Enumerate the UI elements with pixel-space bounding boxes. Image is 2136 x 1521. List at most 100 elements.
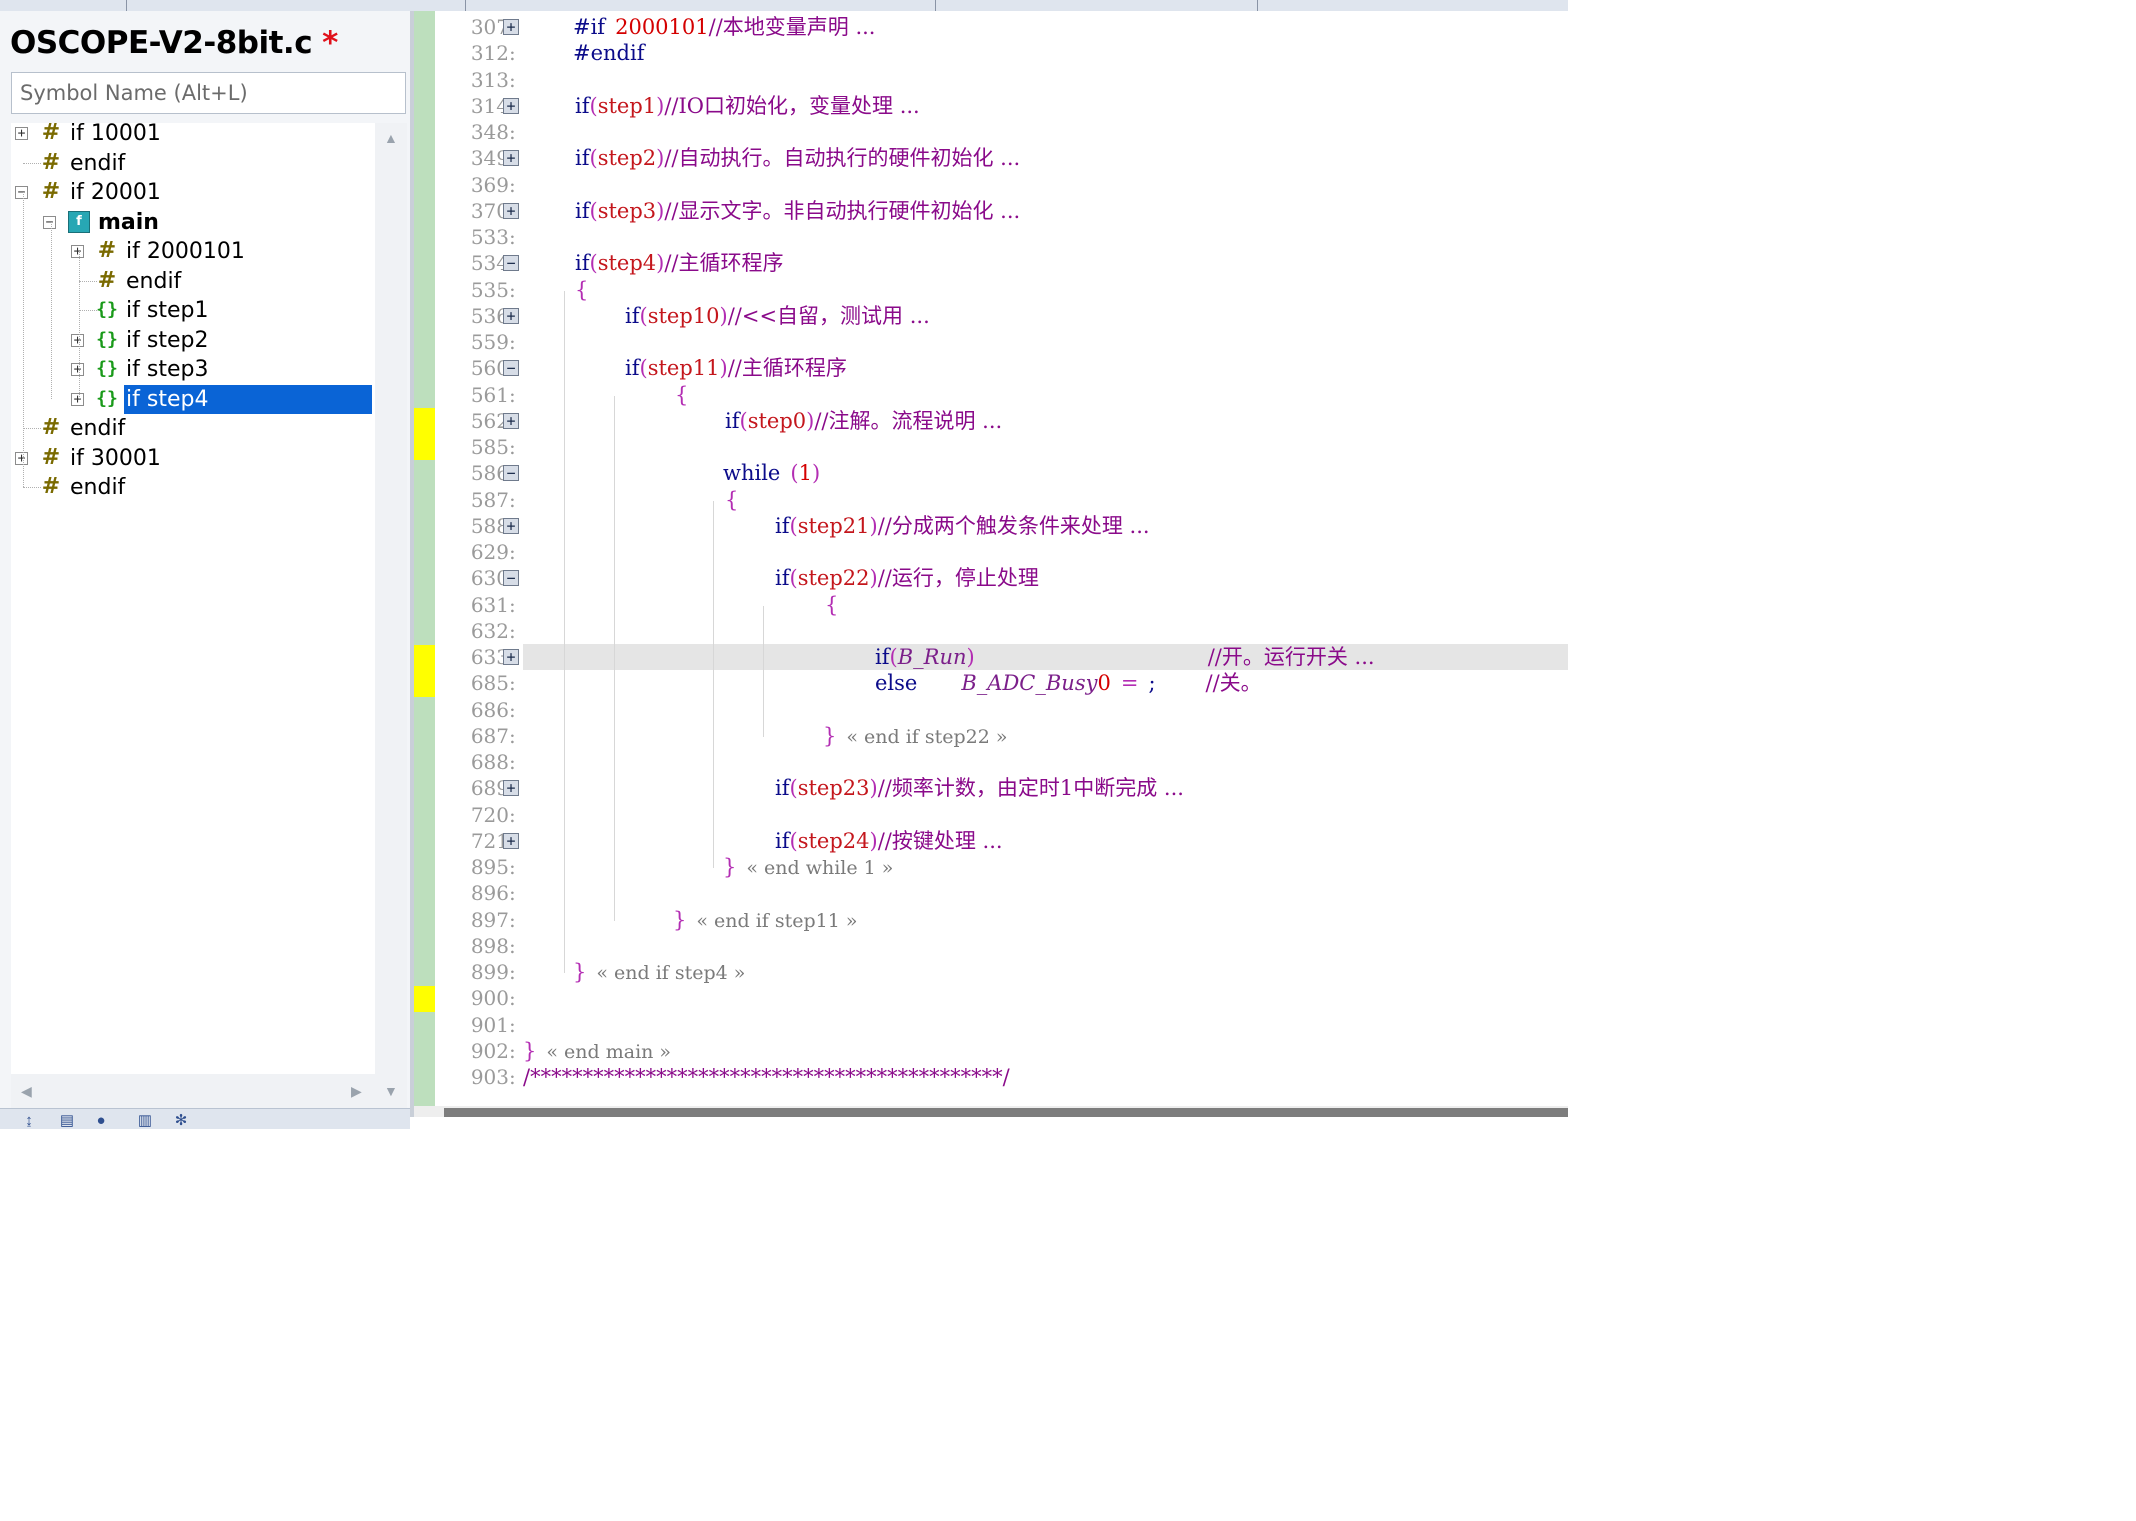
code-line[interactable]: if(step10)//<<自留，测试用 ... xyxy=(625,303,930,329)
code-line[interactable]: { xyxy=(725,487,738,513)
preprocessor-icon: # xyxy=(41,474,61,499)
tree-expander-icon[interactable]: − xyxy=(43,215,56,229)
code-token-semi: ; xyxy=(1148,671,1156,696)
code-line[interactable]: if(B_Run) //开。运行开关 ... xyxy=(875,644,1375,670)
code-token-cp: ) xyxy=(719,303,728,328)
code-line[interactable]: } « end if step11 » xyxy=(673,907,858,934)
tree-node-label: if 30001 xyxy=(70,445,161,471)
tree-expander-icon[interactable]: − xyxy=(15,186,28,199)
scroll-left-arrow-icon[interactable]: ◀ xyxy=(21,1084,32,1098)
fold-expand-icon[interactable]: + xyxy=(503,150,519,167)
code-line[interactable]: { xyxy=(675,382,688,408)
tree-vertical-scrollbar[interactable]: ▲ xyxy=(375,123,407,1074)
bookmark-marker xyxy=(414,645,435,697)
code-token-op: ( xyxy=(739,408,748,433)
code-token-var: B_Run xyxy=(897,645,967,669)
tree-expander-icon[interactable]: + xyxy=(15,451,28,465)
fold-collapse-icon[interactable]: − xyxy=(503,360,519,377)
tree-horizontal-scrollbar[interactable]: ◀ ▶ xyxy=(11,1074,375,1108)
tree-expander-icon[interactable]: + xyxy=(71,333,84,347)
book-icon[interactable]: ▥ xyxy=(132,1113,158,1129)
tree-connector xyxy=(79,310,97,311)
fold-expand-icon[interactable]: + xyxy=(503,649,519,665)
tree-expander-icon[interactable]: + xyxy=(71,392,84,406)
code-line[interactable]: } « end main » xyxy=(523,1038,671,1065)
code-line[interactable]: if(step3)//显示文字。非自动执行硬件初始化 ... xyxy=(575,198,1020,224)
code-line[interactable]: if(step2)//自动执行。自动执行的硬件初始化 ... xyxy=(575,145,1020,171)
fold-expand-icon[interactable]: + xyxy=(503,307,519,324)
code-line[interactable]: } « end while 1 » xyxy=(723,854,893,881)
code-token-kw: else xyxy=(875,671,918,696)
line-colon: : xyxy=(509,960,516,984)
code-line[interactable]: { xyxy=(825,592,838,618)
fold-expand-icon[interactable]: + xyxy=(503,517,519,534)
code-token-num: 1 xyxy=(798,461,812,486)
fold-collapse-icon[interactable]: − xyxy=(503,255,519,272)
tree-expander-icon[interactable]: + xyxy=(15,127,28,140)
context-icon[interactable]: ● xyxy=(88,1113,114,1129)
preprocessor-icon: # xyxy=(41,444,61,470)
fold-expand-icon[interactable]: + xyxy=(503,202,519,219)
code-line[interactable]: if(step0)//注解。流程说明 ... xyxy=(725,408,1002,434)
tree-node-label: endif xyxy=(70,416,126,441)
file-title: OSCOPE-V2-8bit.c * xyxy=(10,25,338,61)
fold-expand-icon[interactable]: + xyxy=(503,780,519,797)
settings-gear-icon[interactable]: ✻ xyxy=(168,1113,194,1129)
line-number: 587 xyxy=(470,487,509,512)
code-token-kw: #if xyxy=(573,15,606,39)
scrollbar-corner: ▼ xyxy=(375,1074,407,1108)
bookmark-marker xyxy=(414,986,435,1012)
change-margin xyxy=(414,11,435,1106)
scrollbar-thumb[interactable] xyxy=(444,1108,1568,1117)
code-line[interactable]: else B_ADC_Busy0 =; //关。 xyxy=(875,670,1262,696)
tree-expander-icon[interactable]: + xyxy=(71,245,84,258)
fold-collapse-icon[interactable]: − xyxy=(503,465,519,482)
code-line[interactable]: if(step24)//按键处理 ... xyxy=(775,828,1003,854)
fold-expand-icon[interactable]: + xyxy=(503,19,519,35)
tree-node-label: if step2 xyxy=(126,327,209,353)
code-line[interactable]: if(step21)//分成两个触发条件来处理 ... xyxy=(775,513,1150,539)
code-line[interactable]: /***************************************… xyxy=(523,1064,1010,1090)
code-line[interactable]: while (1) xyxy=(723,460,820,486)
fold-expand-icon[interactable]: + xyxy=(503,832,519,849)
line-number: 535 xyxy=(470,277,509,302)
line-number: 314 xyxy=(470,93,509,118)
line-number: 585 xyxy=(470,435,509,459)
line-number: 586 xyxy=(470,461,509,486)
code-line[interactable]: if(step1)//IO口初始化，变量处理 ... xyxy=(575,93,920,119)
scroll-up-arrow-icon[interactable]: ▲ xyxy=(384,131,398,145)
scroll-down-arrow-icon[interactable]: ▼ xyxy=(384,1084,398,1098)
code-line[interactable]: #endif xyxy=(573,40,644,66)
code-token-cm: //主循环程序 xyxy=(664,251,784,276)
code-token-cond: step0 xyxy=(747,408,807,433)
sort-icon[interactable]: ↨ xyxy=(16,1113,42,1129)
code-editor[interactable]: #if 2000101//本地变量声明 ... #endif if(step1)//I… xyxy=(523,11,1568,1106)
code-line[interactable]: if(step11)//主循环程序 xyxy=(625,355,847,381)
code-line[interactable]: if(step22)//运行，停止处理 xyxy=(775,565,1039,591)
scroll-right-arrow-icon[interactable]: ▶ xyxy=(351,1084,362,1098)
fold-expand-icon[interactable]: + xyxy=(503,412,519,429)
symbol-search-input[interactable] xyxy=(11,72,406,114)
code-token-kw: if xyxy=(575,146,590,171)
preprocessor-icon: # xyxy=(97,267,117,293)
code-token-cond: step10 xyxy=(647,303,720,328)
code-token-cp: ) xyxy=(869,513,878,538)
code-line[interactable]: } « end if step4 » xyxy=(573,959,745,986)
code-token-cond: step1 xyxy=(597,93,657,118)
symbol-list-icon[interactable]: ▤ xyxy=(54,1113,80,1129)
indent-guide xyxy=(713,500,714,868)
line-colon: : xyxy=(509,67,516,92)
code-token-cm: //注解。流程说明 ... xyxy=(814,408,1003,433)
code-line[interactable]: if(step4)//主循环程序 xyxy=(575,250,784,276)
code-token-cp: ) xyxy=(719,356,728,381)
code-line[interactable]: { xyxy=(575,277,588,303)
fold-expand-icon[interactable]: + xyxy=(503,97,519,114)
line-colon: : xyxy=(509,120,516,144)
code-line[interactable]: #if 2000101//本地变量声明 ... xyxy=(573,14,875,40)
fold-collapse-icon[interactable]: − xyxy=(503,570,519,587)
code-line[interactable]: } « end if step22 » xyxy=(823,723,1008,750)
tree-expander-icon[interactable]: + xyxy=(71,363,84,376)
code-line[interactable]: if(step23)//频率计数，由定时1中断完成 ... xyxy=(775,775,1184,801)
editor-horizontal-scrollbar[interactable] xyxy=(414,1106,1568,1117)
tree-node-label: if step3 xyxy=(126,357,209,382)
